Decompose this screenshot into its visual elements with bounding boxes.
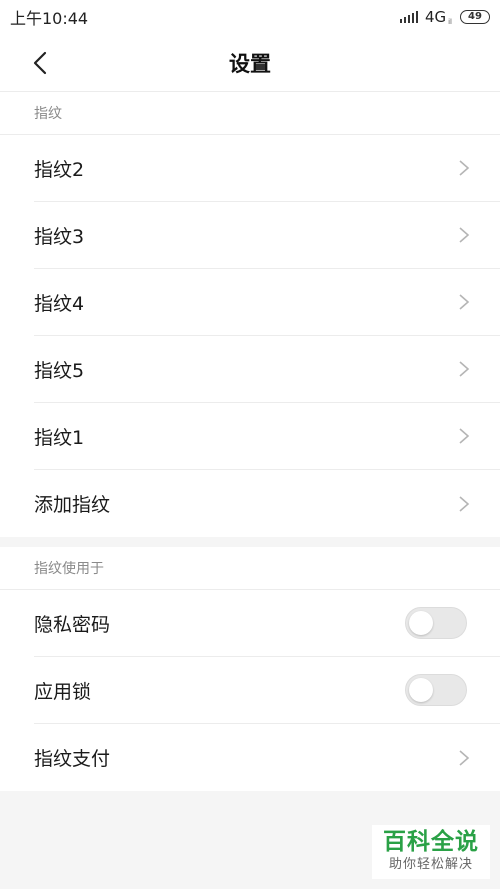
- fingerprint-payment-label: 指纹支付: [34, 748, 111, 770]
- fingerprint-section: 指纹 指纹2 指纹3 指纹4 指纹5 指纹1 添加指纹: [0, 92, 500, 537]
- chevron-left-icon: [33, 51, 47, 75]
- fingerprint-payment-row[interactable]: 指纹支付: [34, 724, 500, 791]
- section-divider: [0, 537, 500, 547]
- watermark-title: 百科全说: [383, 829, 479, 855]
- watermark-logo: 百科全说 助你轻松解决: [372, 825, 490, 879]
- section-header-fingerprints: 指纹: [0, 92, 500, 135]
- app-lock-toggle[interactable]: [405, 674, 467, 706]
- add-fingerprint-button[interactable]: 添加指纹: [34, 470, 500, 537]
- chevron-right-icon: [459, 294, 470, 310]
- title-bar: 设置: [0, 34, 500, 92]
- fingerprint-item-2[interactable]: 指纹2: [34, 135, 500, 202]
- toggle-knob: [409, 678, 433, 702]
- list-item-label: 添加指纹: [34, 494, 111, 516]
- chevron-right-icon: [459, 495, 470, 512]
- battery-icon: 49: [460, 10, 490, 24]
- app-lock-label: 应用锁: [34, 680, 92, 703]
- status-indicators: 4G il 49: [399, 8, 490, 26]
- chevron-right-icon: [459, 428, 470, 444]
- status-bar: 上午10:44 4G il 49: [0, 0, 500, 34]
- chevron-right-icon: [459, 749, 470, 766]
- toggle-knob: [409, 611, 433, 635]
- fingerprint-item-5[interactable]: 指纹5: [34, 336, 500, 403]
- list-item-label: 指纹3: [34, 225, 85, 248]
- watermark-subtitle: 助你轻松解决: [388, 857, 473, 872]
- signal-icon: [399, 11, 418, 23]
- list-item-label: 指纹2: [34, 158, 85, 181]
- chevron-right-icon: [459, 361, 470, 377]
- fingerprint-item-4[interactable]: 指纹4: [34, 269, 500, 336]
- fingerprint-item-1[interactable]: 指纹1: [34, 403, 500, 470]
- privacy-password-label: 隐私密码: [34, 613, 111, 636]
- privacy-password-row: 隐私密码: [34, 590, 500, 657]
- chevron-right-icon: [459, 227, 470, 243]
- back-button[interactable]: [26, 48, 56, 78]
- privacy-password-toggle[interactable]: [405, 607, 467, 639]
- chevron-right-icon: [459, 160, 470, 176]
- fingerprint-item-3[interactable]: 指纹3: [34, 202, 500, 269]
- fingerprint-usage-section: 指纹使用于 隐私密码 应用锁 指纹支付: [0, 547, 500, 791]
- network-type: 4G: [424, 8, 447, 26]
- network-sub-label: il: [448, 18, 452, 26]
- list-item-label: 指纹4: [34, 292, 85, 315]
- status-time: 上午10:44: [10, 9, 89, 28]
- list-item-label: 指纹1: [34, 426, 85, 449]
- battery-level: 49: [468, 11, 482, 22]
- section-header-usage: 指纹使用于: [0, 547, 500, 590]
- app-lock-row: 应用锁: [34, 657, 500, 724]
- page-title: 设置: [229, 51, 271, 76]
- list-item-label: 指纹5: [34, 359, 85, 382]
